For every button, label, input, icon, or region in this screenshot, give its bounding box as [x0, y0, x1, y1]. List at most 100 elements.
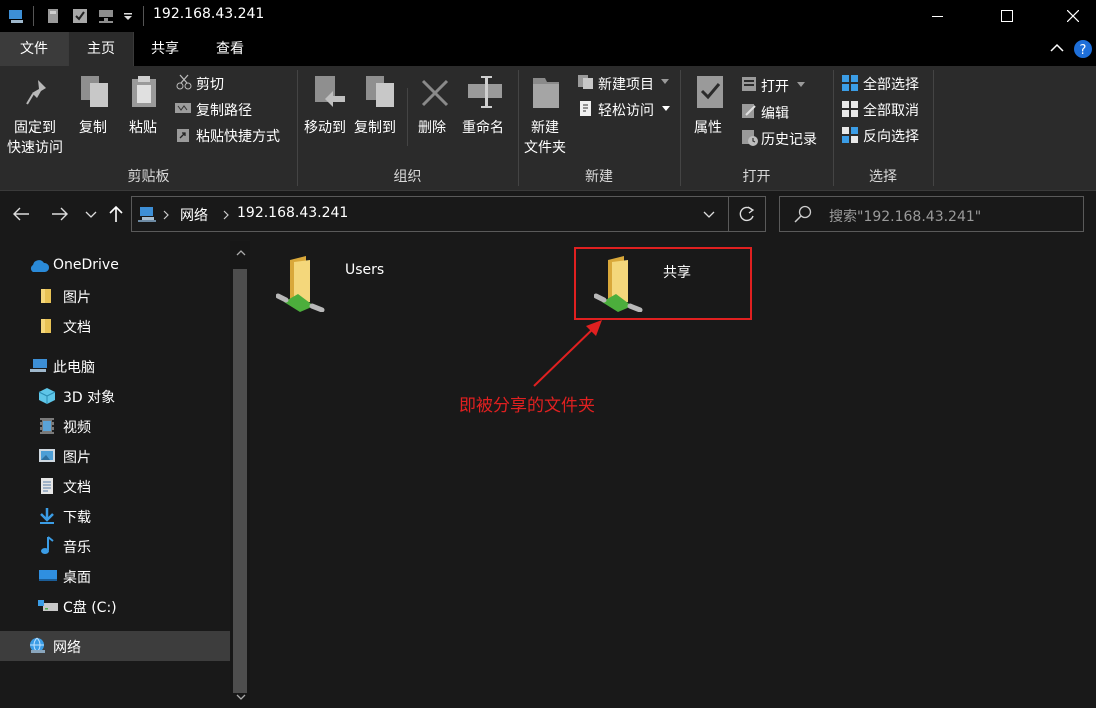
new-item-button[interactable]: 新建项目: [598, 74, 654, 94]
easy-access-icon: [580, 101, 591, 116]
nav-label: OneDrive: [53, 257, 119, 273]
check-icon[interactable]: [72, 8, 88, 24]
svg-text:?: ?: [1080, 43, 1087, 58]
collapse-ribbon-icon[interactable]: [1050, 43, 1064, 53]
address-bar[interactable]: 网络 192.168.43.241: [131, 196, 766, 232]
music-note-icon: [41, 536, 54, 554]
move-to-button[interactable]: 移动到: [302, 66, 354, 162]
easy-access-dropdown-icon[interactable]: [662, 106, 670, 112]
title-bar: 192.168.43.241: [0, 0, 1096, 32]
close-button[interactable]: [1050, 0, 1096, 32]
delete-button[interactable]: 删除: [412, 66, 458, 162]
history-button[interactable]: 历史记录: [761, 129, 817, 149]
cube-icon: [38, 388, 56, 404]
scroll-up-icon[interactable]: [236, 249, 246, 257]
nav-label: 文档: [63, 480, 91, 496]
back-icon[interactable]: [12, 207, 30, 221]
delete-label: 删除: [418, 120, 446, 136]
paste-shortcut-icon: [177, 129, 189, 142]
edit-icon: [742, 104, 756, 118]
pin-to-quick-access-button[interactable]: 固定到 快速访问: [0, 66, 70, 162]
search-box[interactable]: 搜索"192.168.43.241": [779, 196, 1084, 232]
open-group-label: 打开: [742, 169, 771, 185]
rename-button[interactable]: 重命名: [462, 117, 504, 137]
maximize-button[interactable]: [984, 0, 1030, 32]
drive-icon: [38, 600, 58, 611]
minimize-button[interactable]: [915, 0, 961, 32]
network-drive-icon[interactable]: [98, 8, 116, 24]
nav-item-onedrive-pictures[interactable]: 图片: [0, 281, 230, 311]
edit-button[interactable]: 编辑: [761, 103, 789, 123]
navigation-scrollbar[interactable]: [230, 241, 250, 708]
copy-to-button[interactable]: 复制到: [354, 66, 406, 162]
nav-label: 音乐: [63, 540, 91, 556]
paste-icon: [132, 76, 156, 107]
file-item[interactable]: Users: [270, 248, 450, 314]
nav-item-network[interactable]: 网络: [0, 631, 230, 661]
up-icon[interactable]: [108, 205, 124, 223]
nav-label: 网络: [53, 640, 81, 656]
properties-button[interactable]: 属性: [686, 66, 734, 162]
recent-locations-icon[interactable]: [85, 211, 97, 219]
nav-label: 此电脑: [53, 360, 95, 376]
window-title: 192.168.43.241: [153, 6, 265, 22]
nav-item-downloads[interactable]: 下载: [0, 501, 230, 531]
cut-button[interactable]: 剪切: [196, 74, 224, 94]
select-all-icon: [842, 75, 858, 91]
select-none-button[interactable]: 全部取消: [863, 100, 919, 120]
tab-share[interactable]: 共享: [133, 32, 197, 66]
invert-selection-button[interactable]: 反向选择: [863, 126, 919, 146]
tab-view[interactable]: 查看: [197, 32, 263, 66]
paste-button[interactable]: 粘贴: [129, 117, 157, 137]
pin-icon[interactable]: [46, 8, 60, 24]
nav-item-pictures[interactable]: 图片: [0, 441, 230, 471]
breadcrumb-chevron-icon[interactable]: [163, 210, 169, 220]
nav-item-this-pc[interactable]: 此电脑: [0, 351, 230, 381]
breadcrumb-chevron-icon[interactable]: [223, 210, 229, 220]
scrollbar-thumb[interactable]: [233, 269, 247, 693]
computer-icon[interactable]: [8, 8, 26, 24]
nav-item-music[interactable]: 音乐: [0, 531, 230, 561]
nav-label: 下载: [63, 510, 91, 526]
new-group-label: 新建: [585, 169, 613, 185]
network-location-icon: [138, 207, 156, 222]
select-all-button[interactable]: 全部选择: [863, 74, 919, 94]
folder-icon: [41, 289, 51, 303]
highlight-box: [574, 247, 752, 320]
copy-button[interactable]: 复制: [79, 117, 107, 137]
help-icon[interactable]: ?: [1073, 39, 1093, 59]
customize-dropdown-icon[interactable]: [123, 12, 133, 22]
paste-shortcut-button[interactable]: 粘贴快捷方式: [196, 126, 280, 146]
open-icon: [742, 77, 756, 91]
tab-home[interactable]: 主页: [68, 32, 134, 66]
computer-icon: [30, 359, 47, 372]
tab-file[interactable]: 文件: [0, 32, 68, 66]
scroll-down-icon[interactable]: [236, 693, 246, 701]
document-icon: [41, 478, 53, 494]
nav-item-documents[interactable]: 文档: [0, 471, 230, 501]
nav-item-onedrive[interactable]: OneDrive: [0, 251, 230, 281]
copy-path-button[interactable]: 复制路径: [196, 100, 252, 120]
nav-label: 图片: [63, 290, 91, 306]
nav-item-onedrive-documents[interactable]: 文档: [0, 311, 230, 341]
forward-icon[interactable]: [51, 207, 69, 221]
nav-item-c-drive[interactable]: C盘 (C:): [0, 591, 230, 621]
desktop-icon: [39, 570, 57, 581]
breadcrumb-network[interactable]: 网络: [180, 205, 208, 225]
pictures-icon: [39, 449, 55, 462]
rename-icon: [468, 76, 502, 108]
breadcrumb-host[interactable]: 192.168.43.241: [237, 205, 348, 221]
download-arrow-icon: [40, 508, 54, 524]
easy-access-button[interactable]: 轻松访问: [598, 100, 654, 120]
address-dropdown-icon[interactable]: [703, 211, 715, 219]
open-dropdown-icon[interactable]: [797, 82, 805, 88]
new-item-dropdown-icon[interactable]: [661, 79, 669, 85]
new-folder-button[interactable]: 新建 文件夹: [520, 66, 572, 162]
nav-item-3d-objects[interactable]: 3D 对象: [0, 381, 230, 411]
open-button[interactable]: 打开: [761, 76, 789, 96]
nav-item-videos[interactable]: 视频: [0, 411, 230, 441]
refresh-icon[interactable]: [738, 205, 756, 223]
nav-item-desktop[interactable]: 桌面: [0, 561, 230, 591]
new-item-icon: [578, 75, 593, 89]
select-none-icon: [842, 101, 858, 117]
